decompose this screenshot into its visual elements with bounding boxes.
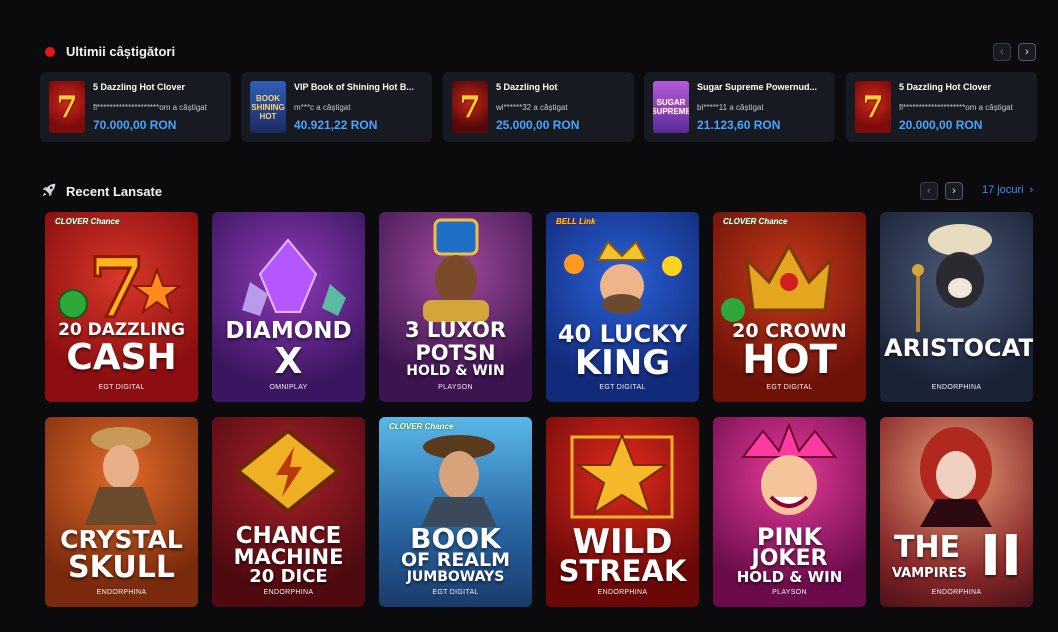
- winner-game-name: Sugar Supreme Powernud...: [697, 82, 818, 92]
- winner-card[interactable]: SUGAR SUPREME Sugar Supreme Powernud... …: [644, 72, 835, 142]
- game-title: OF REALM: [400, 549, 511, 571]
- game-title: THE: [894, 530, 961, 565]
- game-provider: ENDORPHINA: [931, 384, 982, 391]
- game-tile[interactable]: CLOVER Chance BOOK OF REALM JUMBOWAYS EG…: [379, 417, 532, 607]
- game-title: HOLD & WIN: [406, 363, 505, 379]
- game-provider: EGT DIGITAL: [98, 384, 145, 391]
- winner-game-name: 5 Dazzling Hot Clover: [899, 82, 992, 92]
- winners-title: Ultimii câștigători: [66, 44, 176, 59]
- live-dot-icon: [45, 47, 55, 57]
- game-provider: EGT DIGITAL: [599, 384, 646, 391]
- game-tile[interactable]: 3 LUXOR POTSN HOLD & WIN PLAYSON: [379, 212, 532, 402]
- winners-next-button[interactable]: ›: [1018, 43, 1036, 61]
- winner-amount: 21.123,60 RON: [697, 118, 781, 132]
- game-provider: PLAYSON: [438, 384, 473, 391]
- game-tile[interactable]: THE VAMPIRES II ENDORPHINA: [880, 417, 1033, 607]
- game-provider: EGT DIGITAL: [432, 589, 479, 596]
- rocket-icon: [42, 183, 56, 197]
- clover-chance-badge: CLOVER Chance: [55, 217, 120, 226]
- winner-amount: 20.000,00 RON: [899, 118, 983, 132]
- game-provider: ENDORPHINA: [96, 589, 147, 596]
- winners-list: 7 5 Dazzling Hot Clover fl**************…: [40, 72, 1037, 142]
- winner-card[interactable]: 7 5 Dazzling Hot Clover fl**************…: [846, 72, 1037, 142]
- clover-chance-badge: CLOVER Chance: [389, 422, 454, 431]
- recent-header: Recent Lansate ‹ › 17 jocuri ›: [40, 181, 1037, 203]
- game-art: [912, 224, 992, 332]
- chevron-left-icon: ‹: [927, 185, 931, 197]
- winner-user: fl********************om a câștigat: [899, 103, 1013, 112]
- recent-next-button[interactable]: ›: [945, 182, 963, 200]
- view-all-games-link[interactable]: 17 jocuri ›: [982, 184, 1033, 196]
- game-title: POTSN: [415, 341, 496, 365]
- game-tile[interactable]: PINK JOKER HOLD & WIN PLAYSON: [713, 417, 866, 607]
- winners-prev-button[interactable]: ‹: [993, 43, 1011, 61]
- game-tile[interactable]: 7 CLOVER Chance 20 DAZZLING CASH EGT DIG…: [45, 212, 198, 402]
- winner-user: m***c a câștigat: [294, 103, 351, 112]
- winner-game-name: 5 Dazzling Hot Clover: [93, 82, 186, 92]
- game-tile[interactable]: CRYSTAL SKULL ENDORPHINA: [45, 417, 198, 607]
- game-provider: ENDORPHINA: [931, 589, 982, 596]
- chevron-right-icon: ›: [1029, 184, 1034, 196]
- clover-chance-badge: CLOVER Chance: [723, 217, 788, 226]
- game-title: CRYSTAL: [60, 525, 183, 554]
- game-title: MACHINE: [233, 545, 344, 569]
- bell-link-badge: BELL Link: [556, 217, 596, 226]
- game-title: 20 DICE: [249, 566, 328, 587]
- recent-prev-button[interactable]: ‹: [920, 182, 938, 200]
- game-thumbnail: 7: [452, 81, 488, 133]
- game-tile[interactable]: DIAMOND X OMNIPLAY: [212, 212, 365, 402]
- winner-amount: 25.000,00 RON: [496, 118, 580, 132]
- chevron-right-icon: ›: [952, 185, 956, 197]
- game-thumbnail: 7: [855, 81, 891, 133]
- game-provider: EGT DIGITAL: [766, 384, 813, 391]
- winner-card[interactable]: 7 5 Dazzling Hot Clover fl**************…: [40, 72, 231, 142]
- winner-user: bi*****11 a câștigat: [697, 103, 764, 112]
- winner-card[interactable]: 7 5 Dazzling Hot wi******32 a câștigat 2…: [443, 72, 634, 142]
- game-thumbnail: 7: [49, 81, 85, 133]
- game-provider: OMNIPLAY: [269, 384, 308, 391]
- game-title: JOKER: [751, 546, 828, 571]
- game-title: HOLD & WIN: [736, 568, 843, 586]
- game-title: KING: [574, 343, 671, 383]
- game-title: ARISTOCATS: [884, 334, 1033, 362]
- winner-amount: 70.000,00 RON: [93, 118, 177, 132]
- game-title: CASH: [66, 337, 177, 378]
- game-title: DIAMOND: [225, 318, 352, 344]
- game-tile[interactable]: WILD STREAK ENDORPHINA: [546, 417, 699, 607]
- game-title: JUMBOWAYS: [406, 569, 505, 585]
- recent-title: Recent Lansate: [66, 184, 163, 199]
- winner-user: fl********************om a câștigat: [93, 103, 207, 112]
- game-provider: PLAYSON: [772, 589, 807, 596]
- winner-card[interactable]: BOOK SHINING HOT VIP Book of Shining Hot…: [241, 72, 432, 142]
- winner-game-name: VIP Book of Shining Hot B...: [294, 82, 414, 92]
- game-tile[interactable]: BELL Link 40 LUCKY KING EGT DIGITAL: [546, 212, 699, 402]
- games-grid: 7 CLOVER Chance 20 DAZZLING CASH EGT DIG…: [45, 212, 1033, 609]
- winner-amount: 40.921,22 RON: [294, 118, 378, 132]
- game-title: SKULL: [68, 550, 175, 585]
- game-title: HOT: [742, 337, 837, 383]
- game-thumbnail: BOOK SHINING HOT: [250, 81, 286, 133]
- winner-game-name: 5 Dazzling Hot: [496, 82, 558, 92]
- game-provider: ENDORPHINA: [597, 589, 648, 596]
- game-title: II: [980, 524, 1022, 589]
- game-thumbnail: SUGAR SUPREME: [653, 81, 689, 133]
- chevron-right-icon: ›: [1025, 46, 1029, 58]
- game-tile[interactable]: ARISTOCATS ENDORPHINA: [880, 212, 1033, 402]
- game-title: STREAK: [558, 554, 687, 588]
- game-title: 3 LUXOR: [404, 318, 507, 342]
- chevron-left-icon: ‹: [1000, 46, 1004, 58]
- game-tile[interactable]: CHANCE MACHINE 20 DICE ENDORPHINA: [212, 417, 365, 607]
- game-tile[interactable]: CLOVER Chance 20 CROWN HOT EGT DIGITAL: [713, 212, 866, 402]
- winner-user: wi******32 a câștigat: [496, 103, 568, 112]
- winners-header: Ultimii câștigători ‹ ›: [44, 42, 1039, 62]
- game-provider: ENDORPHINA: [263, 589, 314, 596]
- game-title: X: [274, 341, 303, 382]
